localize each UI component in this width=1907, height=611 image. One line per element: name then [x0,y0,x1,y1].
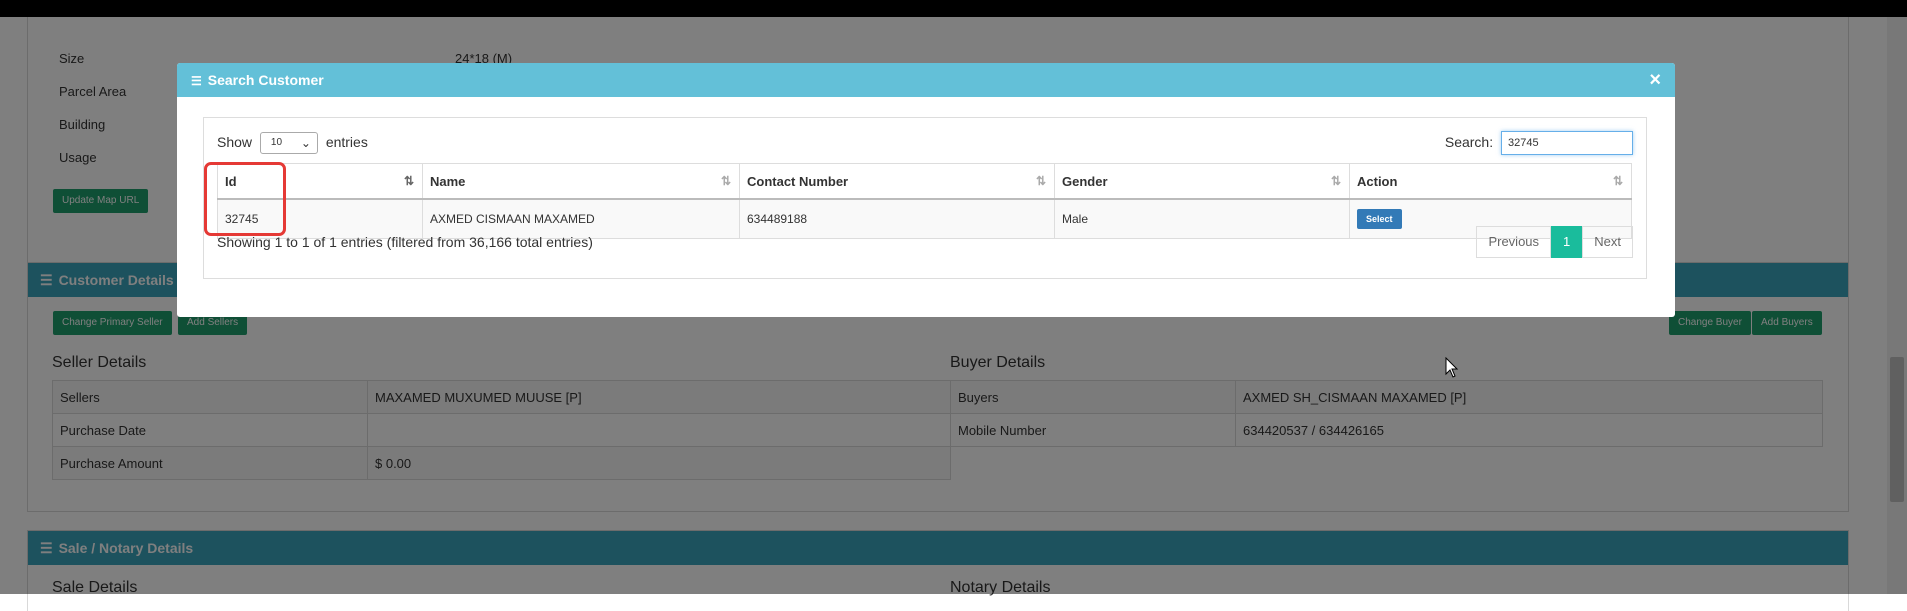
customer-table: Id ⇅ Name ⇅ Contact Number ⇅ Gender ⇅ Action… [217,163,1632,239]
pagination: Previous 1 Next [1476,226,1633,258]
cell-name: AXMED CISMAAN MAXAMED [422,198,740,239]
close-icon[interactable]: × [1649,63,1661,97]
chevron-down-icon: ⌄ [300,136,311,151]
page-size-control: Show 10 ⌄ entries [217,130,368,155]
modal-title: Search Customer [207,72,324,88]
cell-contact: 634489188 [739,198,1055,239]
column-label: Action [1357,173,1398,189]
search-label: Search: [1444,134,1494,150]
sort-icon: ⇅ [720,174,731,188]
previous-button[interactable]: Previous [1476,226,1552,258]
cell-gender: Male [1054,198,1350,239]
table-header-row: Id ⇅ Name ⇅ Contact Number ⇅ Gender ⇅ Action… [217,163,1632,200]
column-header-action[interactable]: Action ⇅ [1349,163,1632,200]
page-size-select[interactable]: 10 ⌄ [259,132,318,155]
sort-asc-icon: ⇅ [403,174,414,188]
column-header-contact-number[interactable]: Contact Number ⇅ [739,163,1055,200]
column-label: Gender [1062,173,1108,189]
search-customer-modal: ☰ Search Customer × Show 10 ⌄ entries Sea… [177,63,1675,317]
select-button[interactable]: Select [1357,209,1402,229]
show-label: Show [217,134,253,150]
table-row: 32745 AXMED CISMAAN MAXAMED 634489188 Ma… [217,198,1632,239]
mouse-pointer-icon [1445,357,1459,378]
column-header-gender[interactable]: Gender ⇅ [1054,163,1350,200]
entries-label: entries [325,134,368,150]
column-label: Name [430,173,466,189]
table-info: Showing 1 to 1 of 1 entries (filtered fr… [217,234,593,250]
list-icon: ☰ [191,74,202,88]
customer-datatable-wrapper: Show 10 ⌄ entries Search: 32745 Id ⇅ Name… [203,117,1647,279]
sort-icon: ⇅ [1035,174,1046,188]
search-input[interactable]: 32745 [1501,131,1633,156]
sort-icon: ⇅ [1330,174,1341,188]
next-button[interactable]: Next [1582,226,1633,258]
id-column-highlight [204,162,286,236]
page-size-value: 10 [270,137,283,149]
column-label: Contact Number [747,173,849,189]
page-1-button[interactable]: 1 [1551,226,1583,258]
modal-header: ☰ Search Customer × [177,63,1675,97]
column-header-name[interactable]: Name ⇅ [422,163,740,200]
sort-icon: ⇅ [1612,174,1623,188]
search-control: Search: 32745 [1444,130,1633,156]
